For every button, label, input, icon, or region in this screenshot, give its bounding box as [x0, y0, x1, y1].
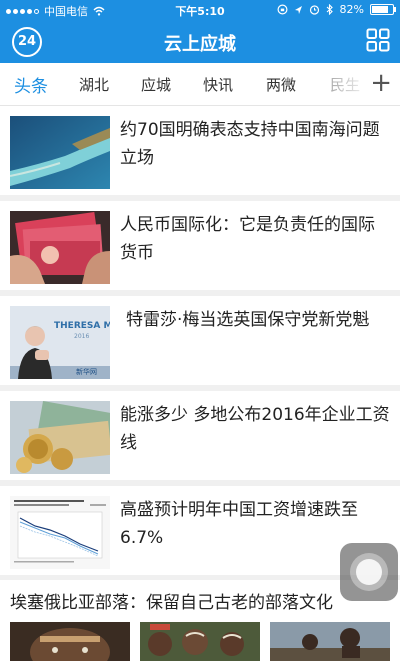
- svg-text:新华网: 新华网: [76, 367, 97, 376]
- alarm-icon: [309, 5, 319, 15]
- status-bar: 中国电信 下午5:10 82%: [0, 0, 400, 20]
- news-headline: 约70国明确表态支持中国南海问题立场: [120, 120, 380, 168]
- gallery-image: [10, 622, 130, 661]
- rotation-lock-icon: [277, 4, 288, 15]
- tab-flash-news[interactable]: 快讯: [203, 74, 233, 95]
- list-item[interactable]: 能涨多少 多地公布2016年企业工资线: [0, 391, 400, 480]
- list-item[interactable]: THERESA MA 2016 新华网 特雷莎·梅当选英国保守党新党魁: [0, 296, 400, 385]
- grid-menu-icon[interactable]: [366, 28, 390, 52]
- news-thumbnail: [10, 116, 110, 189]
- page-title: 云上应城: [164, 34, 236, 55]
- list-item[interactable]: 约70国明确表态支持中国南海问题立场: [0, 106, 400, 195]
- svg-text:2016: 2016: [74, 333, 89, 340]
- news-headline: 人民币国际化：它是负责任的国际货币: [120, 215, 375, 263]
- add-tab-icon[interactable]: +: [370, 70, 392, 96]
- tab-yingcheng[interactable]: 应城: [141, 74, 171, 95]
- category-tabs: 头条 湖北 应城 快讯 两微 民生 +: [0, 63, 400, 106]
- news-thumbnail: [10, 211, 110, 284]
- news-thumbnail: THERESA MA 2016 新华网: [10, 306, 110, 379]
- tab-weibo-wechat[interactable]: 两微: [266, 74, 296, 95]
- bluetooth-icon: [326, 4, 333, 15]
- tab-headlines[interactable]: 头条: [14, 72, 48, 97]
- battery-icon: [370, 4, 396, 15]
- tab-hubei[interactable]: 湖北: [79, 74, 109, 95]
- location-icon: [294, 5, 302, 14]
- news-thumbnail: [10, 401, 110, 474]
- news-headline: 埃塞俄比亚部落：保留自己古老的部落文化: [10, 593, 333, 613]
- battery-percent: 82%: [339, 3, 364, 16]
- news-headline: 特雷莎·梅当选英国保守党新党魁: [126, 310, 370, 330]
- svg-text:THERESA MA: THERESA MA: [54, 321, 110, 331]
- news-thumbnail: [10, 496, 110, 569]
- gallery-image: [140, 622, 260, 661]
- news-list: 约70国明确表态支持中国南海问题立场 人民币国际化：它是负责任的国际货币 THE…: [0, 106, 400, 581]
- assistive-touch-button[interactable]: [340, 543, 398, 601]
- news-headline: 能涨多少 多地公布2016年企业工资线: [120, 405, 390, 453]
- gallery-image: [270, 622, 390, 661]
- list-item[interactable]: 人民币国际化：它是负责任的国际货币: [0, 201, 400, 290]
- app-header: 24 云上应城: [0, 20, 400, 63]
